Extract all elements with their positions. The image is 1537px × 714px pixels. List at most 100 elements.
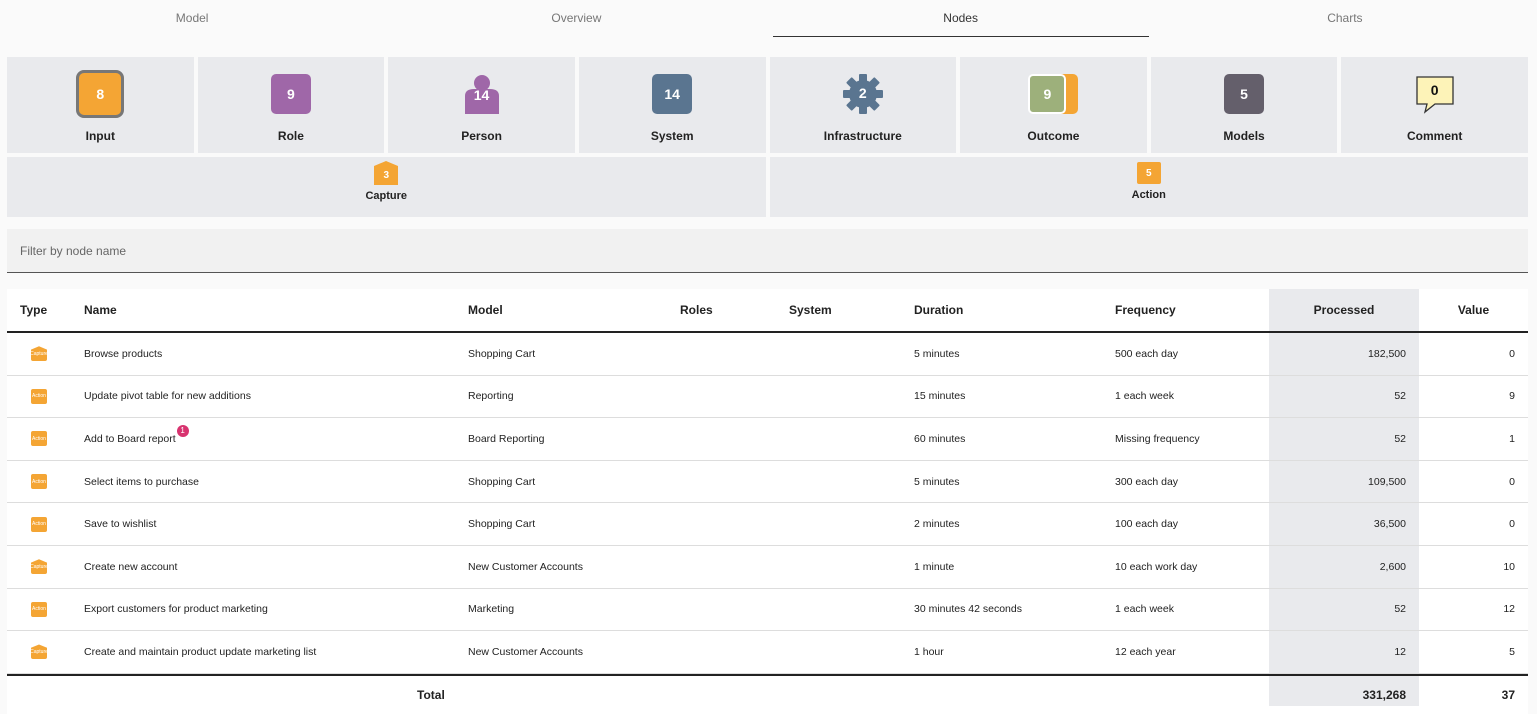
row-type: Capture — [20, 559, 47, 575]
row-duration: 5 minutes — [914, 475, 960, 488]
outcome-count: 9 — [1043, 86, 1052, 102]
table-row[interactable]: Action Export customers for product marke… — [7, 589, 1528, 632]
row-type: Action — [20, 388, 47, 404]
row-frequency: 1 each week — [1115, 390, 1174, 403]
card-person[interactable]: 14 Person — [388, 57, 575, 153]
row-model: New Customer Accounts — [468, 560, 583, 573]
card-comment-label: Comment — [1407, 129, 1463, 143]
header-model[interactable]: Model — [468, 303, 503, 317]
row-frequency: 300 each day — [1115, 475, 1179, 488]
tab-nodes[interactable]: Nodes — [769, 0, 1153, 38]
capture-icon: Capture — [31, 346, 47, 362]
row-type: Capture — [20, 346, 47, 362]
card-capture[interactable]: 3 Capture — [7, 157, 766, 217]
row-value: 5 — [1509, 645, 1515, 658]
header-value[interactable]: Value — [1419, 303, 1528, 317]
row-frequency: 10 each work day — [1115, 560, 1198, 573]
card-person-label: Person — [461, 129, 502, 143]
sub-type-cards: 3 Capture 5 Action — [7, 157, 1528, 217]
table-row[interactable]: Action Add to Board report1 Board Reportin… — [7, 418, 1528, 461]
row-frequency: 500 each day — [1115, 347, 1179, 360]
tab-bar: Model Overview Nodes Charts — [0, 0, 1537, 38]
row-name-text: Select items to purchase — [84, 475, 199, 488]
action-icon: Action — [31, 601, 47, 617]
card-models-label: Models — [1223, 129, 1265, 143]
infrastructure-count: 2 — [858, 85, 867, 101]
tab-overview[interactable]: Overview — [384, 0, 768, 38]
total-value: 37 — [1501, 687, 1515, 702]
row-name[interactable]: Update pivot table for new additions — [84, 390, 251, 402]
header-roles[interactable]: Roles — [680, 303, 713, 317]
card-action[interactable]: 5 Action — [769, 157, 1528, 217]
row-processed: 109,500 — [1368, 475, 1406, 488]
input-icon: 8 — [76, 70, 125, 118]
row-frequency: 12 each year — [1115, 645, 1176, 658]
row-frequency: Missing frequency — [1115, 432, 1200, 445]
row-processed: 52 — [1394, 432, 1406, 445]
header-type[interactable]: Type — [20, 303, 47, 317]
card-action-label: Action — [1131, 189, 1166, 201]
header-duration[interactable]: Duration — [914, 303, 963, 317]
card-outcome[interactable]: 9 Outcome — [960, 57, 1147, 153]
row-model: Board Reporting — [468, 432, 545, 445]
row-name[interactable]: Create and maintain product update marke… — [84, 646, 316, 658]
row-duration: 1 minute — [914, 560, 955, 573]
action-icon: Action — [31, 474, 47, 490]
row-model: Reporting — [468, 390, 514, 403]
capture-icon: Capture — [31, 644, 47, 660]
row-name[interactable]: Select items to purchase — [84, 476, 199, 488]
node-type-cards: 8 Input 9 Role 14 Person 14 System 2 Inf… — [7, 57, 1528, 153]
row-name[interactable]: Browse products — [84, 348, 162, 360]
row-name-text: Create new account — [84, 560, 178, 573]
header-frequency[interactable]: Frequency — [1115, 303, 1176, 317]
input-count: 8 — [96, 86, 105, 102]
person-icon: 14 — [462, 74, 502, 114]
row-model: New Customer Accounts — [468, 645, 583, 658]
table-row[interactable]: Capture Create and maintain product updat… — [7, 631, 1528, 674]
row-duration: 15 minutes — [914, 390, 966, 403]
tab-charts[interactable]: Charts — [1153, 0, 1537, 38]
row-name-text: Export customers for product marketing — [84, 603, 268, 616]
action-icon: Action — [31, 516, 47, 532]
row-processed: 52 — [1394, 603, 1406, 616]
card-infrastructure[interactable]: 2 Infrastructure — [769, 57, 957, 153]
row-name-text: Update pivot table for new additions — [84, 390, 251, 403]
action-icon: Action — [31, 388, 47, 404]
card-models[interactable]: 5 Models — [1150, 57, 1338, 153]
card-system[interactable]: 14 System — [578, 57, 766, 153]
row-name[interactable]: Export customers for product marketing — [84, 603, 268, 615]
gear-icon: 2 — [842, 73, 884, 115]
header-system[interactable]: System — [789, 303, 832, 317]
table-total-row: Total 331,268 37 — [7, 673, 1528, 714]
action-icon: Action — [31, 431, 47, 447]
row-processed: 12 — [1394, 645, 1406, 658]
card-input[interactable]: 8 Input — [7, 57, 194, 153]
table-row[interactable]: Capture Create new account New Customer Ac… — [7, 546, 1528, 589]
table-row[interactable]: Action Select items to purchase Shopping C… — [7, 461, 1528, 504]
role-icon: 9 — [270, 74, 311, 114]
row-name[interactable]: Create new account — [84, 561, 177, 573]
row-frequency: 100 each day — [1115, 518, 1179, 531]
header-name[interactable]: Name — [84, 303, 117, 317]
card-comment[interactable]: 0 Comment — [1341, 57, 1528, 153]
row-name-text: Save to wishlist — [84, 518, 157, 531]
row-model: Shopping Cart — [468, 475, 536, 488]
card-role[interactable]: 9 Role — [197, 57, 385, 153]
row-duration: 5 minutes — [914, 347, 960, 360]
tab-model[interactable]: Model — [0, 0, 384, 38]
header-processed[interactable]: Processed — [1269, 303, 1419, 317]
comment-icon: 0 — [1415, 74, 1455, 114]
card-input-label: Input — [85, 129, 115, 143]
row-name[interactable]: Add to Board report1 — [84, 424, 189, 445]
row-processed: 2,600 — [1379, 560, 1406, 573]
table-row[interactable]: Capture Browse products Shopping Cart 5 min… — [7, 333, 1528, 376]
table-row[interactable]: Action Update pivot table for new additio… — [7, 376, 1528, 419]
table-row[interactable]: Action Save to wishlist Shopping Cart 2 min… — [7, 503, 1528, 546]
filter-input[interactable] — [7, 229, 1528, 272]
capture-icon: 3 — [374, 161, 399, 185]
row-name-text: Create and maintain product update marke… — [84, 645, 317, 658]
row-name[interactable]: Save to wishlist — [84, 518, 156, 530]
card-infrastructure-label: Infrastructure — [823, 129, 902, 143]
card-role-label: Role — [277, 129, 304, 143]
person-count: 14 — [473, 87, 490, 103]
